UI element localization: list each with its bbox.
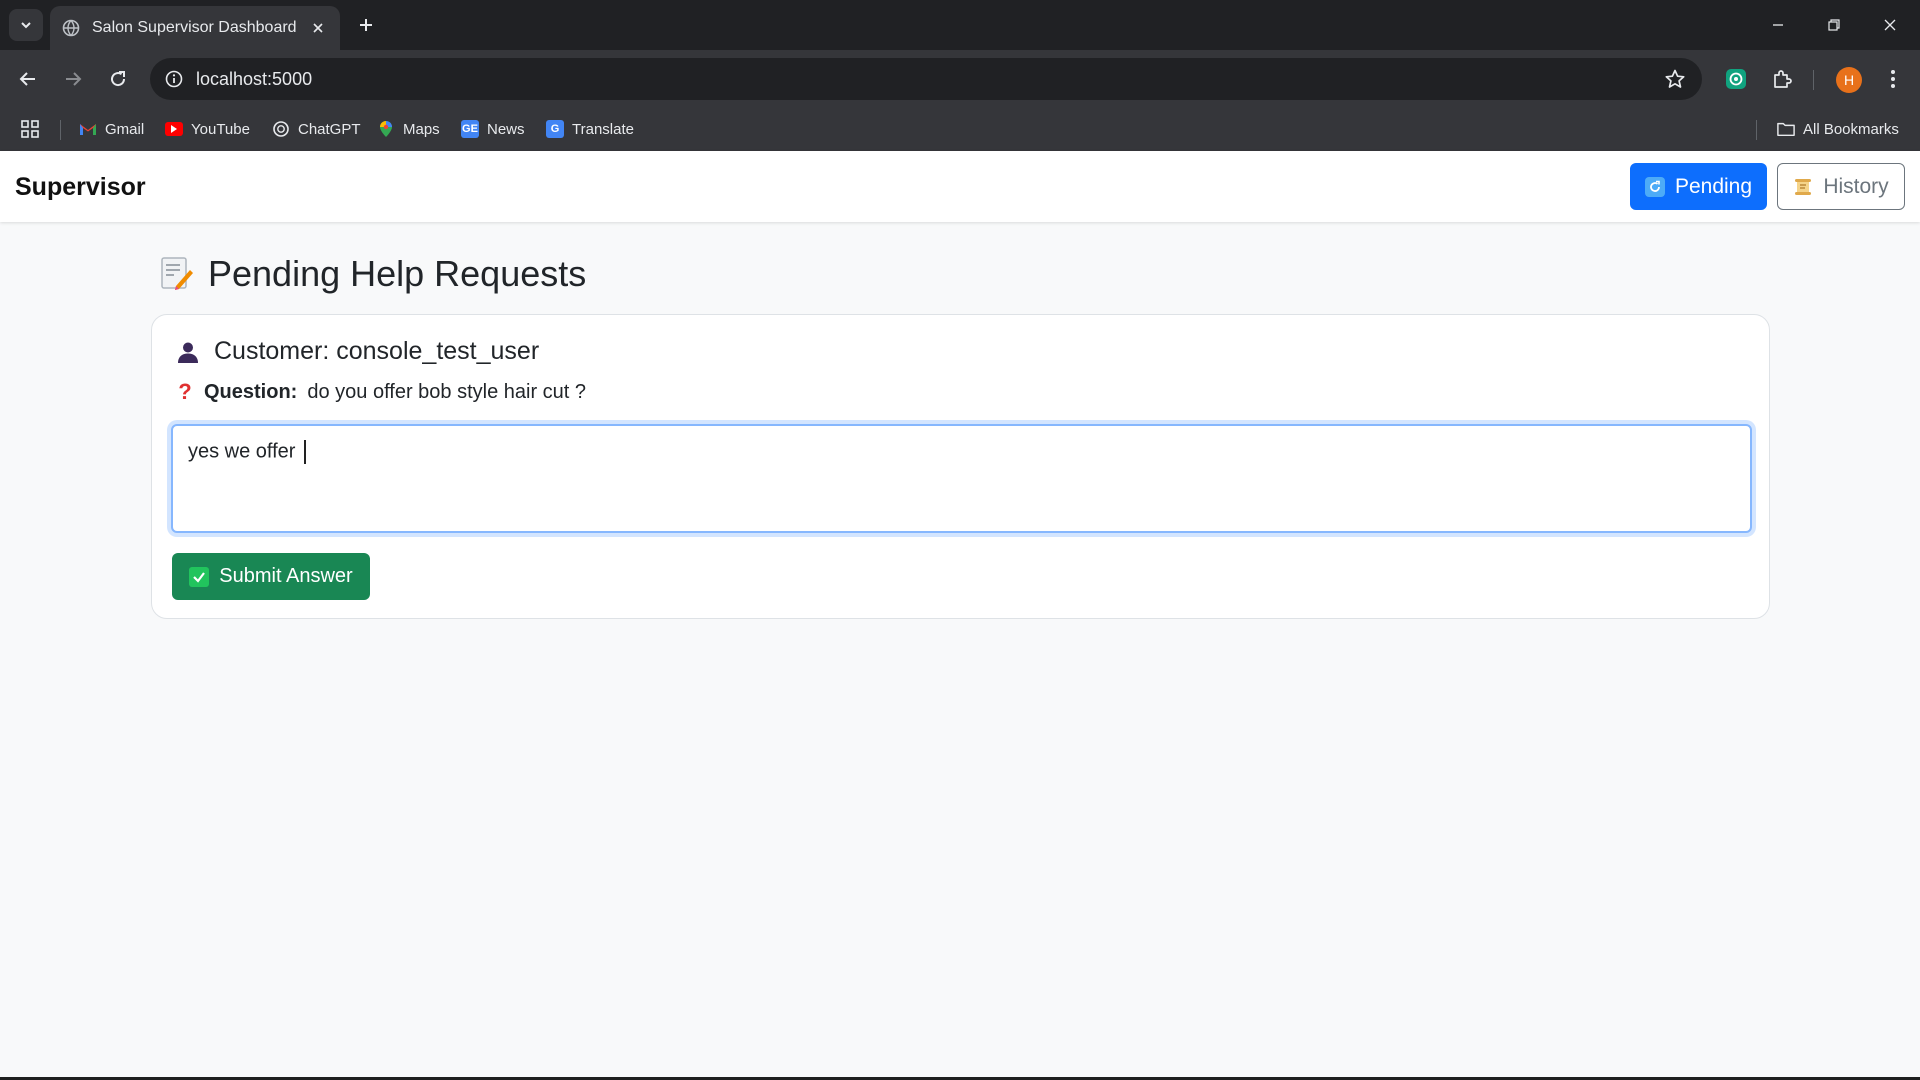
- apps-grid-icon: [21, 120, 39, 138]
- bookmark-youtube[interactable]: YouTube: [165, 116, 250, 142]
- brand-title[interactable]: Supervisor: [15, 173, 146, 202]
- minimize-window-button[interactable]: [1750, 0, 1806, 50]
- bookmark-label: ChatGPT: [298, 120, 361, 138]
- question-line: ? Question: do you offer bob style hair …: [176, 379, 586, 405]
- maps-icon: [377, 120, 395, 138]
- text-caret: [304, 440, 307, 464]
- extensions-puzzle-icon[interactable]: [1765, 62, 1799, 96]
- bookmark-chatgpt[interactable]: ChatGPT: [272, 116, 361, 142]
- close-tab-icon[interactable]: [308, 18, 328, 38]
- submit-label: Submit Answer: [219, 565, 353, 587]
- more-vertical-icon: [1891, 70, 1895, 88]
- arrow-left-icon: [19, 72, 35, 86]
- bookmark-label: Maps: [403, 120, 440, 138]
- plus-icon: [360, 19, 372, 31]
- browser-toolbar: localhost:5000: [0, 50, 1920, 108]
- bookmark-gmail[interactable]: Gmail: [79, 116, 144, 142]
- bookmark-translate[interactable]: G Translate: [546, 116, 634, 142]
- scroll-icon: [1793, 177, 1813, 197]
- question-label: Question:: [204, 380, 298, 403]
- page-heading: Pending Help Requests: [158, 250, 586, 298]
- gmail-icon: [79, 120, 97, 138]
- customer-line: Customer: console_test_user: [176, 337, 539, 366]
- memo-icon: [161, 257, 193, 290]
- restore-window-button[interactable]: [1806, 0, 1862, 50]
- user-icon: [178, 342, 198, 363]
- all-bookmarks-button[interactable]: All Bookmarks: [1777, 116, 1899, 142]
- tab-search-button[interactable]: [9, 9, 43, 41]
- bookmarks-divider: [1756, 120, 1757, 140]
- close-window-button[interactable]: [1862, 0, 1918, 50]
- minimize-icon: [1773, 24, 1783, 26]
- bookmarks-bar: Gmail YouTube ChatGPT Maps GE News G Tra…: [0, 108, 1920, 151]
- bookmark-label: Translate: [572, 120, 634, 138]
- youtube-icon: [165, 122, 183, 136]
- bookmark-label: News: [487, 120, 525, 138]
- question-text: do you offer bob style hair cut ?: [307, 380, 587, 403]
- profile-avatar[interactable]: H: [1836, 67, 1862, 93]
- browser-tab-active[interactable]: Salon Supervisor Dashboard: [50, 6, 340, 50]
- apps-grid-button[interactable]: [20, 116, 40, 142]
- chatgpt-extension-icon[interactable]: [1719, 62, 1753, 96]
- bookmark-star-icon[interactable]: [1664, 68, 1686, 90]
- app-navbar: Supervisor Pending History: [0, 151, 1920, 222]
- forward-button[interactable]: [56, 62, 90, 96]
- site-info-icon[interactable]: [162, 67, 186, 91]
- chevron-down-icon: [21, 22, 31, 29]
- close-icon: [1884, 19, 1896, 31]
- browser-menu-button[interactable]: [1876, 62, 1910, 96]
- news-icon: GE: [461, 120, 479, 138]
- bookmark-label: Gmail: [105, 120, 145, 138]
- request-card: Customer: console_test_user ? Question: …: [151, 314, 1770, 619]
- new-tab-button[interactable]: [353, 12, 379, 38]
- history-button[interactable]: History: [1777, 163, 1905, 210]
- refresh-icon: [1644, 176, 1665, 197]
- answer-textarea[interactable]: yes we offer: [171, 424, 1752, 533]
- toolbar-divider: [1813, 70, 1814, 90]
- restore-icon: [1828, 19, 1840, 31]
- reload-button[interactable]: [101, 62, 135, 96]
- folder-icon: [1777, 120, 1795, 138]
- customer-label: Customer: console_test_user: [214, 337, 540, 365]
- address-bar[interactable]: localhost:5000: [150, 58, 1702, 100]
- bookmarks-divider: [60, 120, 61, 140]
- history-label: History: [1823, 174, 1889, 198]
- all-bookmarks-label: All Bookmarks: [1803, 120, 1899, 138]
- chatgpt-icon: [272, 120, 290, 138]
- tab-title: Salon Supervisor Dashboard: [92, 19, 297, 36]
- back-button[interactable]: [11, 62, 45, 96]
- bookmark-maps[interactable]: Maps: [377, 116, 440, 142]
- pending-button[interactable]: Pending: [1630, 163, 1767, 210]
- translate-icon: G: [546, 120, 564, 138]
- globe-icon: [62, 19, 80, 37]
- question-mark-icon: ?: [178, 379, 192, 404]
- page-title: Pending Help Requests: [208, 253, 587, 294]
- bookmark-news[interactable]: GE News: [461, 116, 525, 142]
- arrow-right-icon: [66, 72, 82, 86]
- url-text: localhost:5000: [196, 69, 313, 89]
- submit-answer-button[interactable]: Submit Answer: [172, 553, 370, 600]
- check-icon: [189, 566, 210, 587]
- bookmark-label: YouTube: [191, 120, 250, 138]
- reload-icon: [111, 71, 126, 87]
- pending-label: Pending: [1674, 174, 1753, 198]
- answer-value: yes we offer: [188, 440, 302, 463]
- browser-tabstrip: Salon Supervisor Dashboard: [0, 0, 1920, 50]
